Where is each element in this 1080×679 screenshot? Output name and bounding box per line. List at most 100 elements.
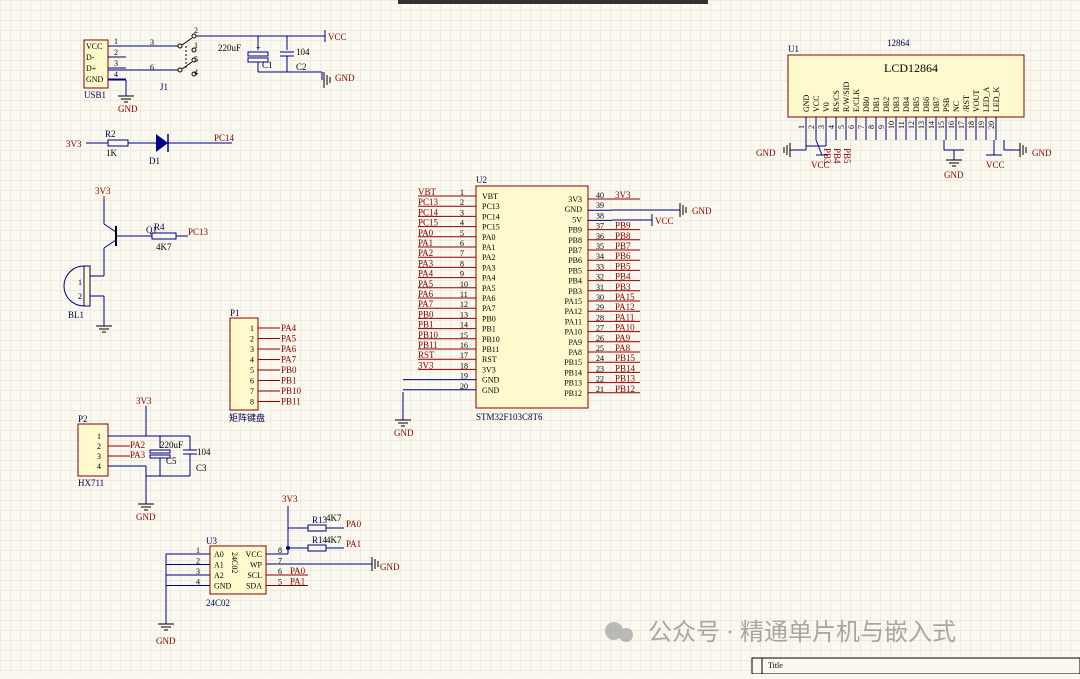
- mcu-left-pin: PA3: [482, 263, 496, 272]
- mcu-right-pin: PA15: [565, 297, 583, 306]
- svg-text:GND: GND: [156, 636, 176, 646]
- mcu-left-num: 8: [460, 259, 464, 268]
- mcu-right-net: PA10: [615, 323, 635, 333]
- r2-ref: R2: [105, 129, 116, 139]
- mcu-left-num: 10: [460, 280, 468, 289]
- lcd-pin-num: 20: [987, 121, 996, 129]
- mcu-right-num: 25: [596, 344, 604, 353]
- mcu-left-num: 4: [460, 219, 464, 228]
- mcu-left-net: VBT: [418, 187, 437, 197]
- mcu-name: STM32F103C8T6: [476, 412, 543, 422]
- mcu-left-pin: GND: [482, 376, 500, 385]
- switch-j1: J1 3 2 1 6 5 4: [108, 26, 325, 92]
- lcd-12864: U1 12864 LCD12864 1 GND 2 VCC 3 V0 4 RS/CS 5 R/W/…: [756, 38, 1052, 180]
- mcu-right-num: 22: [596, 375, 604, 384]
- c1-ref: C1: [262, 60, 273, 70]
- svg-text:GND: GND: [394, 428, 414, 438]
- mcu-left-pin: PC13: [482, 202, 500, 211]
- lcd-pin-label: E/CLK: [852, 89, 861, 112]
- mcu-right-net: PB4: [615, 272, 631, 282]
- p1-net: PA4: [281, 323, 297, 333]
- mcu-left-num: 13: [460, 310, 468, 319]
- mcu-left-num: 3: [460, 208, 464, 217]
- p2-pin-num: 1: [97, 432, 101, 441]
- mcu-right-net: PA15: [615, 292, 635, 302]
- mcu-left-num: 20: [460, 382, 468, 391]
- mcu-stm32: U2 STM32F103C8T6 VBT 1 VBTPC13 2 PC13PC14 3 PC…: [394, 175, 712, 438]
- p1-pin-num: 8: [250, 398, 254, 407]
- svg-text:GND: GND: [756, 148, 776, 158]
- mcu-right-pin: PA8: [569, 348, 583, 357]
- j1-pin-5: 5: [194, 55, 198, 64]
- mcu-left-num: 7: [460, 249, 464, 258]
- lcd-pin-num: 19: [977, 121, 986, 129]
- eeprom-right-pin: WP: [250, 561, 263, 570]
- svg-text:12864: 12864: [887, 38, 910, 48]
- mcu-right-pin: PA9: [569, 338, 583, 347]
- eeprom-left-num: 3: [196, 567, 200, 576]
- lcd-pin-label: /RST: [962, 95, 971, 112]
- mcu-left-net: PA1: [418, 238, 433, 248]
- watermark: 公众号 · 精通单片机与嵌入式: [605, 619, 956, 646]
- mcu-left-num: 16: [460, 341, 468, 350]
- mcu-left-net: PB0: [418, 309, 434, 319]
- mcu-right-num: 26: [596, 334, 604, 343]
- svg-text:PA0: PA0: [346, 519, 362, 529]
- mcu-left-pin: PB0: [482, 314, 496, 323]
- usb-pin-label: D+: [86, 64, 97, 73]
- mcu-right-num: 38: [596, 211, 604, 220]
- d1-ref: D1: [149, 156, 160, 166]
- svg-text:3V3: 3V3: [136, 396, 152, 406]
- usb-pin-num: 3: [114, 59, 118, 68]
- mcu-right-net: PB5: [615, 261, 631, 271]
- usb-pin-label: VCC: [86, 42, 102, 51]
- mcu-left-net: PA6: [418, 289, 434, 299]
- svg-text:4K7: 4K7: [326, 535, 342, 545]
- lcd-pin-label: R/W/SID: [842, 82, 851, 112]
- eeprom-left-num: 4: [196, 578, 200, 587]
- top-scrollbar[interactable]: [398, 0, 708, 4]
- mcu-left-net: PB10: [418, 330, 439, 340]
- lcd-pin-num: 14: [927, 121, 936, 129]
- lcd-pin-num: 9: [877, 125, 886, 129]
- mcu-left-net: PC13: [418, 197, 439, 207]
- eeprom-right-num: 6: [278, 567, 282, 576]
- mcu-left-net: PB1: [418, 320, 434, 330]
- eeprom-left-pin: A1: [214, 561, 224, 570]
- mcu-left-num: 15: [460, 331, 468, 340]
- mcu-right-pin: PB8: [568, 236, 582, 245]
- p1-net: PB0: [281, 365, 297, 375]
- p1-pin-num: 7: [250, 387, 254, 396]
- p2-net: PA3: [130, 450, 146, 460]
- lcd-pin-label: RS/CS: [832, 90, 841, 112]
- svg-text:24C02: 24C02: [230, 552, 239, 573]
- p1-pin-num: 5: [250, 366, 254, 375]
- lcd-pin-num: 4: [827, 125, 836, 129]
- eeprom-left-num: 2: [196, 557, 200, 566]
- mcu-right-num: 23: [596, 364, 604, 373]
- mcu-right-pin: PA12: [565, 307, 583, 316]
- eeprom-left-num: 1: [196, 546, 200, 555]
- mcu-right-num: 36: [596, 232, 604, 241]
- lcd-pin-label: V0: [822, 102, 831, 112]
- p1-net: PA6: [281, 344, 297, 354]
- mcu-right-num: 34: [596, 252, 604, 261]
- title-block: Title: [751, 657, 1080, 675]
- mcu-right-num: 21: [596, 385, 604, 394]
- svg-text:VCC: VCC: [328, 32, 347, 42]
- mcu-left-net: PB11: [418, 340, 438, 350]
- mcu-right-num: 40: [596, 191, 604, 200]
- mcu-left-num: 17: [460, 351, 468, 360]
- watermark-text: 公众号 · 精通单片机与嵌入式: [648, 619, 956, 646]
- svg-text:PB3: PB3: [822, 148, 832, 164]
- p1-net: PB1: [281, 376, 297, 386]
- r2-value: 1K: [106, 148, 118, 158]
- mcu-right-pin: PA11: [565, 317, 582, 326]
- mcu-right-num: 31: [596, 283, 604, 292]
- mcu-left-net: PA5: [418, 279, 434, 289]
- mcu-right-num: 32: [596, 273, 604, 282]
- usb-pin-num: 2: [114, 48, 118, 57]
- mcu-left-num: 14: [460, 321, 468, 330]
- svg-text:3V3: 3V3: [66, 139, 82, 149]
- lcd-pin-num: 6: [847, 125, 856, 129]
